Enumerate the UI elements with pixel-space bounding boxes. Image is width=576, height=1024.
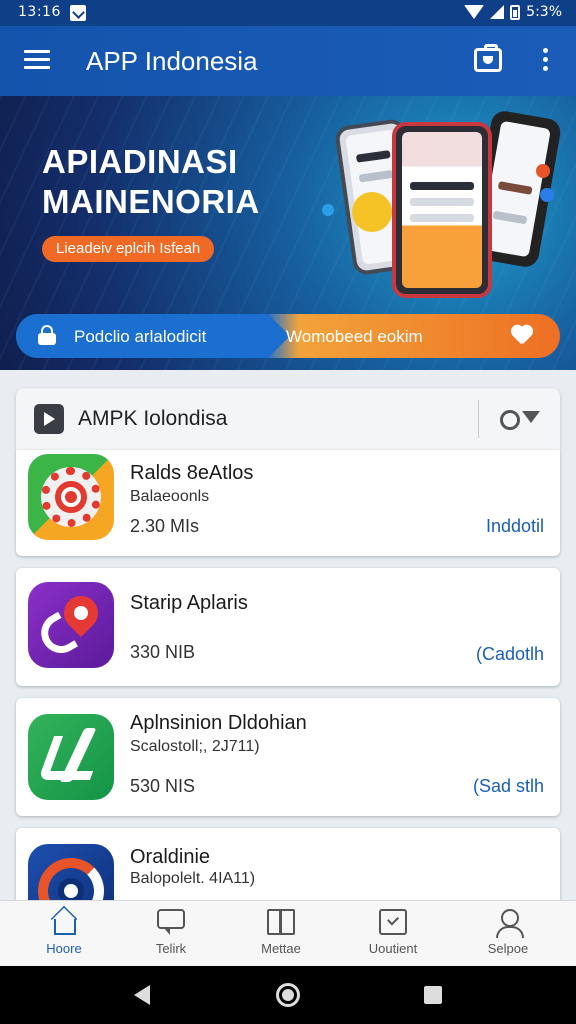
nav-book[interactable]: Mettae xyxy=(231,901,331,967)
compass-ring-icon xyxy=(28,844,114,900)
lock-icon xyxy=(38,325,56,345)
install-link[interactable]: (Cadotlh xyxy=(476,644,544,665)
system-navigation-bar xyxy=(0,966,576,1024)
phone-illustration-center xyxy=(392,122,492,298)
cta-left-button[interactable]: Podclio arlalodicit xyxy=(16,314,290,358)
divider xyxy=(478,400,479,438)
banner-cta-bar: Podclio arlalodicit Womobeed eokim xyxy=(16,314,560,358)
home-icon xyxy=(54,919,76,935)
target-gear-icon xyxy=(28,454,114,540)
heart-icon[interactable] xyxy=(510,326,534,346)
app-name: Starip Aplaris xyxy=(130,592,248,614)
mascot-icon xyxy=(352,192,392,232)
app-size: 530 NIS xyxy=(130,776,196,796)
nav-profile[interactable]: Selpoe xyxy=(458,901,558,967)
app-subtitle: Balopolelt. 4IA11) xyxy=(130,870,256,887)
app-name: Ralds 8eAtlos xyxy=(130,462,254,484)
home-circle-icon[interactable] xyxy=(276,983,300,1007)
install-link[interactable]: Inddotil xyxy=(486,516,544,537)
app-card[interactable]: Starip Aplaris 330 NIB (Cadotlh xyxy=(16,568,560,686)
nav-label: Mettae xyxy=(261,941,301,956)
deco-dot-icon xyxy=(540,188,554,202)
install-link[interactable]: (Sad stlh xyxy=(473,776,544,797)
app-card[interactable]: Aplnsinion Dldohian Scalostoll;, 2J711) … xyxy=(16,698,560,816)
cta-right-label[interactable]: Womobeed eokim xyxy=(286,327,423,347)
status-bar: 13:16 5:3% xyxy=(0,0,576,26)
headline-line-1: APIADINASI xyxy=(42,143,238,180)
notification-icon xyxy=(70,5,86,21)
list-title: AMPK Iolondisa xyxy=(78,407,228,430)
signal-icon xyxy=(490,5,505,19)
banner-tagline: Lieadeiv eplcih Isfeah xyxy=(42,236,215,262)
chat-icon xyxy=(157,909,185,935)
back-icon[interactable] xyxy=(134,985,150,1005)
app-size: 2.30 MIs xyxy=(130,516,200,536)
status-icons: 5:3% xyxy=(464,4,562,20)
nav-label: Telirk xyxy=(155,941,187,956)
nav-label: Selpoe xyxy=(487,941,529,956)
app-title: APP Indonesia xyxy=(86,46,258,76)
play-icon xyxy=(34,404,64,434)
nav-updates[interactable]: Uoutient xyxy=(343,901,443,967)
person-icon xyxy=(494,909,524,938)
headline-line-2: MAINENORIA xyxy=(42,183,260,220)
app-subtitle: Balaeoonls xyxy=(130,488,210,505)
deco-dot-icon xyxy=(536,164,550,178)
clock: 13:16 xyxy=(18,4,61,20)
app-list: AMPK Iolondisa Ralds 8eAtlos Balaeoonls … xyxy=(0,370,576,900)
app-subtitle: Scalostoll;, 2J711) xyxy=(130,738,260,755)
checkmark-icon xyxy=(28,714,114,800)
app-name: Aplnsinion Dldohian xyxy=(130,712,307,734)
more-options-icon[interactable] xyxy=(540,48,550,74)
nav-chat[interactable]: Telirk xyxy=(121,901,221,967)
banner-headline: APIADINASI MAINENORIA xyxy=(42,142,260,222)
app-size: 330 NIB xyxy=(130,642,196,662)
nav-home[interactable]: Hoore xyxy=(14,901,114,967)
bottom-navigation: Hoore Telirk Mettae Uoutient Selpoe xyxy=(0,900,576,966)
book-icon xyxy=(267,909,295,935)
app-name: Oraldinie xyxy=(130,846,211,868)
phones-illustration xyxy=(322,106,563,306)
list-header: AMPK Iolondisa xyxy=(16,388,560,450)
cta-left-label: Podclio arlalodicit xyxy=(74,327,207,346)
battery-level: 5:3% xyxy=(526,4,562,20)
nav-label: Uoutient xyxy=(368,941,418,956)
hero-banner[interactable]: APIADINASI MAINENORIA Lieadeiv eplcih Is… xyxy=(0,96,576,370)
update-icon xyxy=(379,909,407,935)
phone-pin-icon xyxy=(28,582,114,668)
app-card[interactable]: Ralds 8eAtlos Balaeoonls 2.30 MIs Inddot… xyxy=(16,450,560,556)
app-bar: APP Indonesia xyxy=(0,26,576,96)
menu-icon[interactable] xyxy=(24,50,50,70)
app-card[interactable]: Oraldinie Balopolelt. 4IA11) xyxy=(16,828,560,900)
battery-icon xyxy=(510,4,521,20)
deco-dot-icon xyxy=(322,204,334,216)
wifi-icon xyxy=(464,5,485,19)
nav-label: Hoore xyxy=(46,941,82,956)
cast-icon[interactable] xyxy=(474,44,502,72)
search-filter-icon[interactable] xyxy=(500,408,540,432)
recent-apps-icon[interactable] xyxy=(424,986,442,1004)
